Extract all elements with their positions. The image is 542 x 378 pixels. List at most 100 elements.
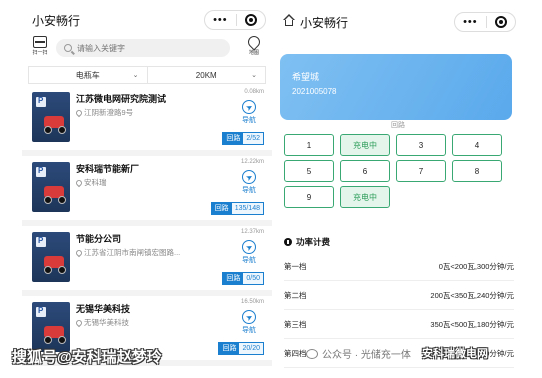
miniprogram-capsule[interactable]: ••• [454,12,516,32]
capsule-divider [235,14,237,26]
wechat-watermark: 公众号 · 光储充一体 [306,346,411,361]
fee-section-header: 功率计费 [284,236,330,248]
station-code: 2021005078 [292,87,337,96]
station-name: 希望城 [292,72,320,82]
port-availability-badge: 回路 20/20 [218,342,264,355]
wechat-icon [306,348,318,359]
search-input[interactable] [77,43,217,53]
station-photo [32,92,70,142]
distance-filter-label: 20KM [195,70,217,80]
table-row: 第三档 350瓦<500瓦,180分钟/元 [284,310,514,339]
route-label: 回路 [219,343,240,354]
port-button[interactable]: 5 [284,160,334,182]
vehicle-type-label: 电瓶车 [75,70,100,80]
station-address: 江阴新澄路9号 [74,107,134,118]
fee-tier: 第三档 [284,319,307,329]
list-item[interactable]: 江苏微电网研究院测试 江阴新澄路9号 0.08km ➤ 导航 回路 2/52 [22,86,272,156]
table-row: 第一档 0瓦<200瓦,300分钟/元 [284,252,514,281]
port-button[interactable]: 4 [452,134,502,156]
home-icon[interactable] [282,14,296,26]
location-icon [74,318,84,327]
navigate-label: 导航 [242,117,256,124]
port-availability-badge: 回路 2/52 [222,132,264,145]
port-count: 20/20 [239,343,263,354]
vehicle-type-filter[interactable]: 电瓶车 ⌄ [29,67,147,83]
station-address: 无锡华美科技 [74,317,129,328]
scan-button[interactable]: 扫一扫 [30,36,50,56]
port-button[interactable]: 8 [452,160,502,182]
navigate-button[interactable]: ➤ 导航 [238,310,260,335]
top-bar: 小安畅行 ••• [276,0,520,40]
ports-section-title: 回路 [391,122,405,129]
station-address-text: 无锡华美科技 [84,318,129,327]
distance-filter[interactable]: 20KM ⌄ [146,67,266,83]
chevron-down-icon: ⌄ [132,72,139,79]
port-button-charging[interactable]: 充电中 [340,134,390,156]
scan-label: 扫一扫 [32,50,48,56]
port-button-charging[interactable]: 充电中 [340,186,390,208]
miniprogram-capsule[interactable]: ••• [204,10,266,30]
top-bar: 小安畅行 ••• [22,0,272,36]
filter-bar: 电瓶车 ⌄ 20KM ⌄ [28,66,266,84]
location-icon [74,248,84,257]
chevron-down-icon: ⌄ [251,72,257,79]
fee-price: 200瓦<350瓦,240分钟/元 [430,290,514,300]
port-button[interactable]: 9 [284,186,334,208]
port-button[interactable]: 6 [340,160,390,182]
navigation-arrow-icon: ➤ [242,240,256,254]
station-address-text: 安科瑞 [84,178,107,187]
navigate-button[interactable]: ➤ 导航 [238,100,260,125]
list-item[interactable]: 节能分公司 江苏省江阴市南闸镇宏图路... 12.37km ➤ 导航 回路 0/… [22,226,272,296]
navigation-arrow-icon: ➤ [242,310,256,324]
port-count: 0/50 [243,273,263,284]
station-distance: 0.08km [244,89,264,95]
location-icon [74,178,84,187]
info-icon [284,238,292,246]
station-address-text: 江苏省江阴市南闸镇宏图路... [84,248,181,257]
wechat-account-text: 公众号 · 光储充一体 [322,350,411,361]
station-address-text: 江阴新澄路9号 [84,108,134,117]
station-distance: 12.22km [240,159,264,165]
navigate-button[interactable]: ➤ 导航 [238,240,260,265]
navigate-button[interactable]: ➤ 导航 [238,170,260,195]
list-item[interactable]: 安科瑞节能新厂 安科瑞 12.22km ➤ 导航 回路 135/148 [22,156,272,226]
fee-price: 0瓦<200瓦,300分钟/元 [438,261,514,271]
more-icon[interactable]: ••• [463,16,478,28]
port-availability-badge: 回路 0/50 [222,272,264,285]
port-count: 2/52 [243,133,263,144]
station-name: 节能分公司 [76,234,122,244]
port-button[interactable]: 1 [284,134,334,156]
more-icon[interactable]: ••• [213,14,228,26]
app-title: 小安畅行 [300,16,349,30]
table-row: 第二档 200瓦<350瓦,240分钟/元 [284,281,514,310]
station-card: 希望城 2021005078 [280,54,512,120]
port-count: 135/148 [231,203,263,214]
station-distance: 16.50km [240,299,264,305]
app-title: 小安畅行 [32,14,81,28]
port-grid: 1 充电中 3 4 5 6 7 8 9 充电中 [284,134,504,208]
close-target-icon[interactable] [244,14,257,26]
navigate-label: 导航 [242,327,256,334]
sohu-watermark: 搜狐号@安科瑞赵梦玲 [12,349,162,366]
close-target-icon[interactable] [494,16,507,28]
brand-watermark: 安科瑞微电网 [422,348,488,360]
station-list: 江苏微电网研究院测试 江阴新澄路9号 0.08km ➤ 导航 回路 2/52 安… [22,86,272,366]
map-pin-icon [245,33,263,51]
navigate-label: 导航 [242,187,256,194]
navigation-arrow-icon: ➤ [242,170,256,184]
navigate-label: 导航 [242,257,256,264]
station-address: 安科瑞 [74,177,107,188]
search-row: 扫一扫 地图 [22,33,272,62]
port-button[interactable]: 7 [396,160,446,182]
search-bar[interactable] [56,39,230,57]
fee-price: 350瓦<500瓦,180分钟/元 [430,319,514,329]
route-label: 回路 [211,203,232,214]
port-availability-badge: 回路 135/148 [210,202,264,215]
route-label: 回路 [223,133,244,144]
map-button[interactable]: 地图 [244,33,264,56]
location-icon [74,108,84,117]
port-button[interactable]: 3 [396,134,446,156]
fee-tier: 第一档 [284,261,307,271]
scan-icon [33,36,47,48]
station-photo [32,232,70,282]
